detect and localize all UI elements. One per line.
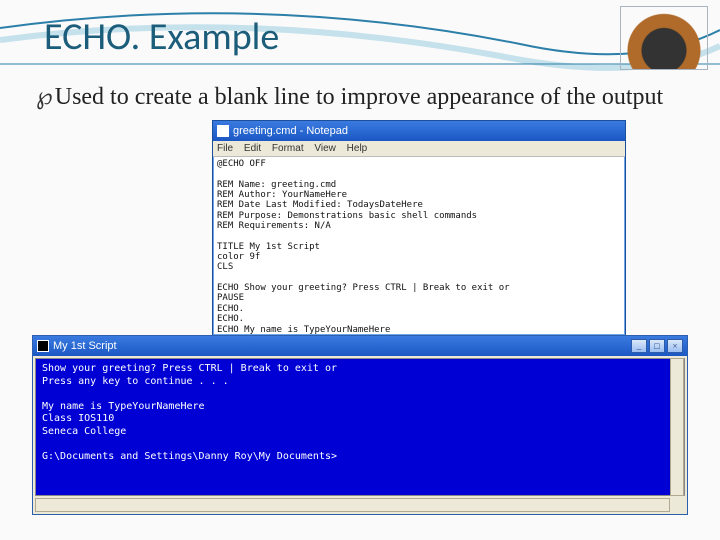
cmd-titlebar[interactable]: My 1st Script _ □ × (33, 336, 687, 356)
notepad-window: greeting.cmd - Notepad File Edit Format … (212, 120, 626, 336)
notepad-menubar[interactable]: File Edit Format View Help (213, 141, 625, 157)
menu-format[interactable]: Format (272, 143, 304, 154)
notepad-title: greeting.cmd - Notepad (233, 121, 348, 141)
cmd-content[interactable]: Show your greeting? Press CTRL | Break t… (35, 358, 685, 496)
window-buttons: _ □ × (631, 339, 683, 353)
cmd-window: My 1st Script _ □ × Show your greeting? … (32, 335, 688, 515)
notepad-titlebar[interactable]: greeting.cmd - Notepad (213, 121, 625, 141)
notepad-content[interactable]: @ECHO OFF REM Name: greeting.cmd REM Aut… (213, 157, 625, 335)
bullet-icon: ℘ (36, 84, 53, 110)
menu-edit[interactable]: Edit (244, 143, 261, 154)
maximize-button[interactable]: □ (649, 339, 665, 353)
slide-title: ECHO. Example (44, 14, 279, 60)
cmd-title: My 1st Script (53, 336, 117, 356)
corner-logo (620, 6, 708, 70)
menu-file[interactable]: File (217, 143, 233, 154)
close-button[interactable]: × (667, 339, 683, 353)
bullet-text: Used to create a blank line to improve a… (55, 84, 663, 110)
cmd-icon (37, 340, 49, 352)
menu-help[interactable]: Help (347, 143, 368, 154)
notepad-icon (217, 125, 229, 137)
cmd-vscrollbar[interactable] (670, 358, 684, 496)
minimize-button[interactable]: _ (631, 339, 647, 353)
menu-view[interactable]: View (314, 143, 336, 154)
cmd-hscrollbar[interactable] (35, 498, 670, 512)
slide-bullet: ℘Used to create a blank line to improve … (36, 82, 692, 112)
